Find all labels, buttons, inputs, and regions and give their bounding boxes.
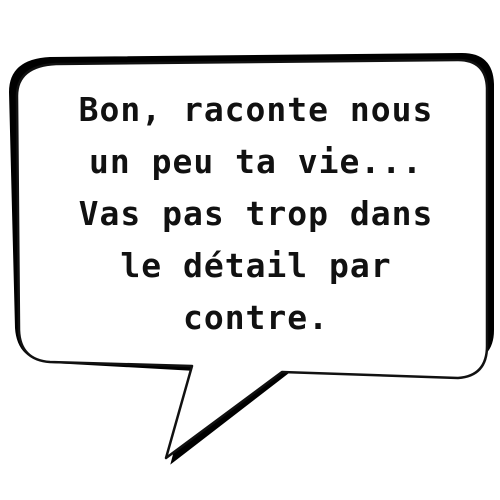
speech-line-1: Bon, raconte nous bbox=[78, 90, 434, 129]
speech-line-2: un peu ta vie... bbox=[89, 142, 423, 181]
speech-line-5: contre. bbox=[182, 298, 330, 337]
speech-bubble-text: Bon, raconte nous un peu ta vie... Vas p… bbox=[30, 84, 482, 344]
speech-line-3: Vas pas trop dans bbox=[78, 194, 434, 233]
speech-bubble-canvas: Bon, raconte nous un peu ta vie... Vas p… bbox=[0, 0, 500, 500]
speech-line-4: le détail par bbox=[120, 246, 392, 285]
